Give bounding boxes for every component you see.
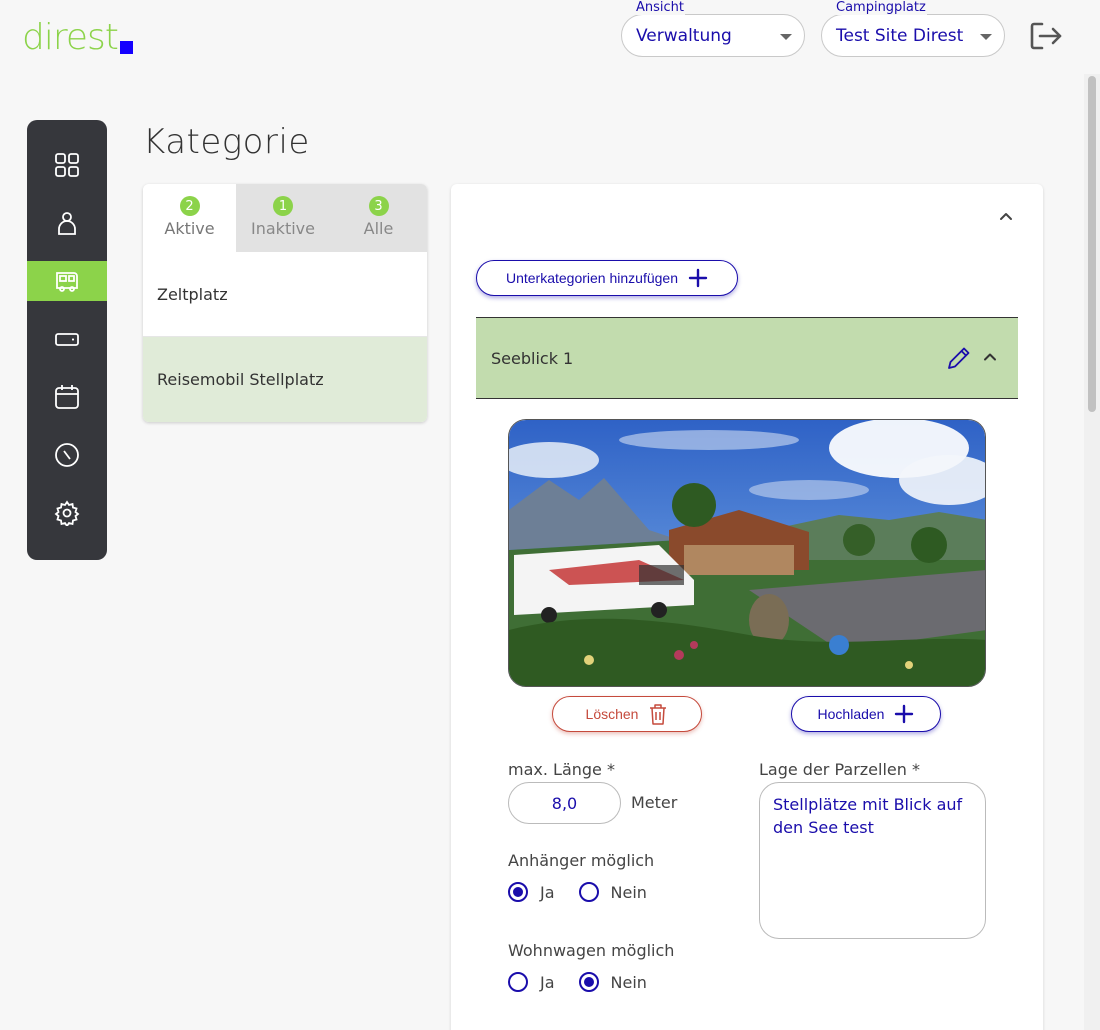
pencil-icon[interactable] [946, 345, 972, 371]
tab-label: Aktive [164, 219, 215, 238]
max-length-input[interactable]: 8,0 [508, 782, 621, 824]
category-list-card: 2 Aktive 1 Inaktive 3 Alle Zeltplatz Rei… [143, 184, 427, 422]
calendar-icon [55, 385, 79, 409]
category-item-reisemobil-stellplatz[interactable]: Reisemobil Stellplatz [143, 337, 427, 422]
tab-aktive[interactable]: 2 Aktive [143, 184, 236, 252]
dashboard-grid-icon [55, 153, 79, 177]
location-textarea[interactable]: Stellplätze mit Blick auf den See test [759, 782, 986, 939]
sidebar [27, 120, 107, 560]
subcategory-name: Seeblick 1 [491, 348, 574, 368]
tab-alle[interactable]: 3 Alle [330, 184, 427, 252]
caret-down-icon [980, 34, 992, 40]
sidebar-item-settings[interactable] [27, 484, 107, 542]
page-scrollbar[interactable] [1084, 74, 1100, 1030]
category-item-zeltplatz[interactable]: Zeltplatz [143, 252, 427, 337]
caravan-yes-option[interactable]: Ja [508, 972, 555, 992]
sidebar-item-guests[interactable] [27, 194, 107, 252]
add-subcategory-label: Unterkategorien hinzufügen [505, 270, 678, 286]
sidebar-item-navigation[interactable] [27, 426, 107, 484]
add-subcategory-button[interactable]: Unterkategorien hinzufügen [476, 260, 738, 296]
caravan-radio-group: Ja Nein [508, 972, 671, 992]
campsite-select-value: Test Site Direst [836, 26, 964, 46]
location-label: Lage der Parzellen * [759, 760, 920, 779]
trailer-no-radio[interactable] [578, 882, 599, 902]
caret-down-icon [780, 34, 792, 40]
sidebar-item-calendar[interactable] [27, 368, 107, 426]
delete-label: Löschen [585, 706, 639, 722]
caravan-yes-radio[interactable] [508, 972, 528, 992]
scrollbar-thumb[interactable] [1088, 76, 1096, 412]
chevron-up-icon[interactable] [982, 349, 998, 365]
sidebar-item-dashboard[interactable] [27, 136, 107, 194]
caravan-no-option[interactable]: Nein [578, 972, 647, 992]
sidebar-item-categories[interactable] [27, 261, 107, 301]
view-select[interactable]: Ansicht Verwaltung [621, 1, 805, 57]
camper-van-icon [56, 272, 78, 292]
max-length-unit: Meter [631, 793, 678, 812]
logo-square [119, 41, 133, 54]
chevron-up-icon[interactable] [996, 206, 1016, 226]
count-badge: 1 [273, 196, 293, 216]
subcategory-photo [508, 419, 986, 687]
page-title: Kategorie [143, 122, 310, 162]
tab-label: Alle [363, 219, 394, 238]
upload-image-button[interactable]: Hochladen [791, 696, 941, 732]
logo-text: direst [22, 17, 119, 58]
delete-image-button[interactable]: Löschen [552, 696, 702, 732]
view-select-label: Ansicht [635, 0, 686, 15]
trailer-no-option[interactable]: Nein [578, 882, 647, 902]
trailer-yes-radio[interactable] [508, 882, 528, 902]
trailer-yes-label: Ja [540, 882, 555, 902]
trailer-no-label: Nein [610, 882, 647, 902]
gear-icon [54, 500, 80, 526]
caravan-no-radio[interactable] [578, 972, 599, 992]
trash-icon [650, 704, 667, 725]
caravan-yes-label: Ja [540, 972, 555, 992]
campsite-select[interactable]: Campingplatz Test Site Direst [821, 1, 1005, 57]
tab-inaktive[interactable]: 1 Inaktive [236, 184, 330, 252]
category-detail-panel: Unterkategorien hinzufügen Seeblick 1 Lö… [451, 184, 1043, 1030]
trailer-yes-option[interactable]: Ja [508, 882, 555, 902]
trailer-label: Anhänger möglich [508, 851, 655, 870]
caravan-label: Wohnwagen möglich [508, 941, 675, 960]
view-select-value: Verwaltung [636, 26, 732, 46]
trailer-radio-group: Ja Nein [508, 882, 671, 902]
tab-label: Inaktive [251, 219, 315, 238]
caravan-no-label: Nein [610, 972, 647, 992]
wallet-icon [55, 333, 79, 346]
plus-icon [895, 704, 914, 724]
plus-icon [688, 268, 708, 288]
logout-icon[interactable] [1028, 20, 1064, 52]
campsite-select-label: Campingplatz [835, 0, 927, 15]
direst-logo[interactable]: direst [22, 18, 133, 58]
sidebar-item-payments[interactable] [27, 310, 107, 368]
max-length-label: max. Länge * [508, 760, 615, 779]
person-icon [58, 212, 76, 235]
count-badge: 2 [179, 196, 200, 216]
upload-label: Hochladen [817, 706, 885, 722]
compass-icon [55, 443, 79, 467]
category-tabs: 2 Aktive 1 Inaktive 3 Alle [143, 184, 427, 252]
count-badge: 3 [368, 196, 389, 216]
subcategory-header[interactable]: Seeblick 1 [476, 317, 1018, 399]
